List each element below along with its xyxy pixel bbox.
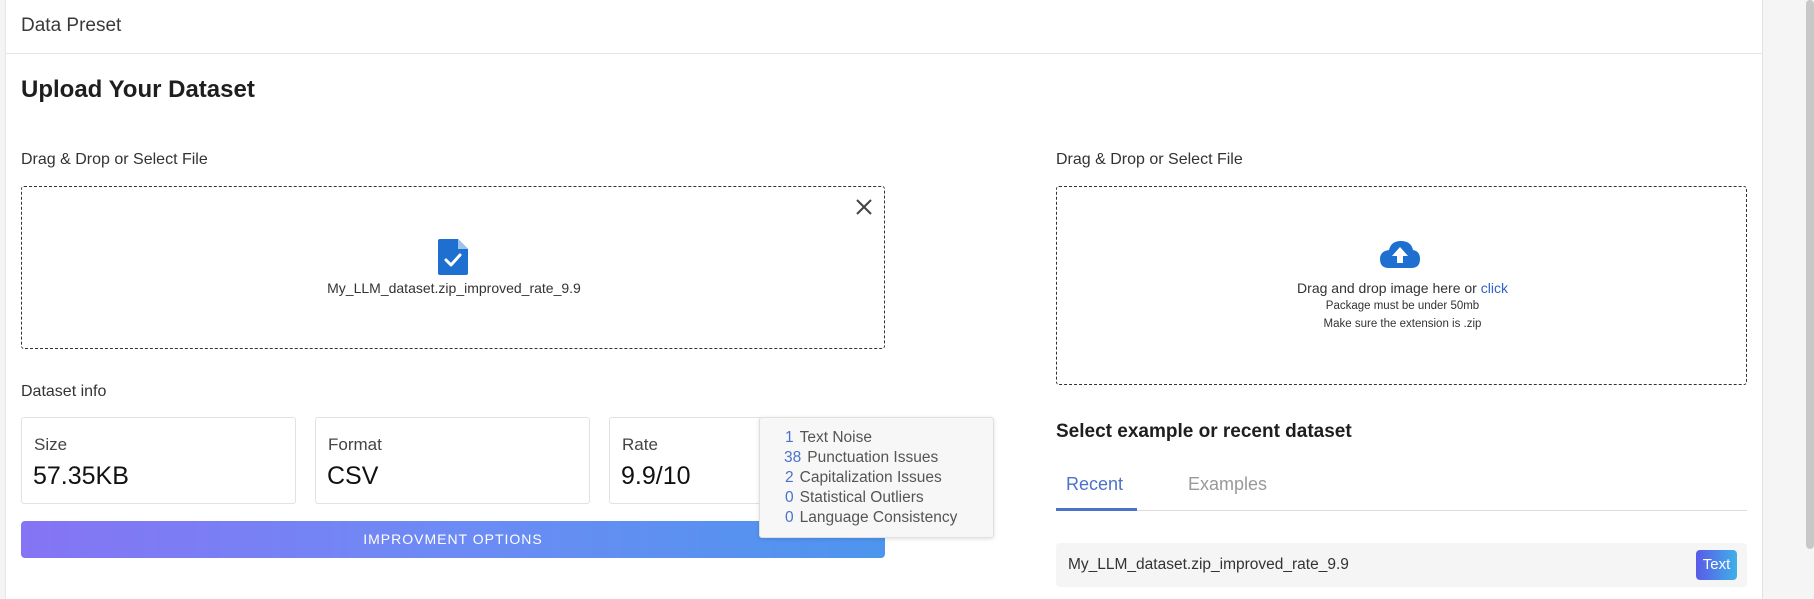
extension-hint: Make sure the extension is .zip [1323, 318, 1482, 330]
issue-count: 2 [785, 469, 794, 486]
right-dropzone[interactable]: Drag and drop image here or click Packag… [1056, 186, 1747, 385]
card-key: Size [34, 435, 68, 454]
header-title: Data Preset [21, 15, 122, 36]
recent-section-title: Select example or recent dataset [1056, 421, 1352, 442]
issue-count: 0 [785, 489, 794, 506]
size-card: Size 57.35KB [21, 417, 296, 504]
scrollbar[interactable] [1806, 0, 1814, 549]
card-key: Format [328, 435, 382, 454]
tab-examples[interactable]: Examples [1188, 474, 1267, 495]
improvement-options-button[interactable]: IMPROVMENT OPTIONS [21, 521, 885, 558]
issue-label: Punctuation Issues [807, 449, 939, 466]
card-value: 9.9/10 [621, 462, 691, 490]
dataset-info-label: Dataset info [21, 383, 107, 400]
issue-count: 38 [784, 449, 802, 466]
issue-row: 0 Language Consistency [785, 509, 957, 527]
issue-count: 0 [785, 509, 794, 526]
issue-label: Capitalization Issues [799, 469, 942, 486]
issue-row: 2 Capitalization Issues [785, 469, 942, 487]
recent-dataset-item[interactable]: My_LLM_dataset.zip_improved_rate_9.9 Tex… [1056, 543, 1747, 587]
tabs-divider [1056, 510, 1747, 511]
issue-row: 1 Text Noise [785, 429, 872, 447]
close-icon[interactable] [854, 197, 874, 217]
active-tab-indicator [1056, 508, 1137, 511]
dropzone-instruction-text: Drag and drop image here or [1297, 280, 1481, 296]
card-key: Rate [622, 435, 658, 454]
recent-dataset-name: My_LLM_dataset.zip_improved_rate_9.9 [1068, 556, 1349, 573]
card-value: CSV [327, 462, 379, 490]
issue-label: Statistical Outliers [799, 489, 924, 506]
cloud-upload-icon [1379, 239, 1421, 269]
dropzone-instruction: Drag and drop image here or click [1057, 280, 1748, 296]
issue-label: Language Consistency [799, 509, 958, 526]
size-hint: Package must be under 50mb [1325, 300, 1480, 312]
format-card: Format CSV [315, 417, 590, 504]
uploaded-file-name: My_LLM_dataset.zip_improved_rate_9.9 [327, 280, 581, 296]
issue-row: 0 Statistical Outliers [785, 489, 924, 507]
click-link[interactable]: click [1481, 280, 1508, 296]
left-upload-label: Drag & Drop or Select File [21, 151, 208, 168]
tab-recent[interactable]: Recent [1066, 474, 1123, 495]
card-value: 57.35KB [33, 462, 129, 490]
top-bar: Data Preset [6, 0, 1762, 54]
file-check-icon [438, 239, 468, 275]
left-edge [0, 0, 6, 599]
page-title: Upload Your Dataset [21, 76, 255, 103]
left-dropzone[interactable]: My_LLM_dataset.zip_improved_rate_9.9 [21, 186, 885, 349]
type-badge: Text [1696, 550, 1737, 580]
issue-label: Text Noise [799, 429, 872, 446]
issue-count: 1 [785, 429, 794, 446]
issue-row: 38 Punctuation Issues [784, 449, 938, 467]
right-upload-label: Drag & Drop or Select File [1056, 151, 1243, 168]
issues-tooltip: 1 Text Noise 38 Punctuation Issues 2 Capita… [759, 417, 994, 538]
